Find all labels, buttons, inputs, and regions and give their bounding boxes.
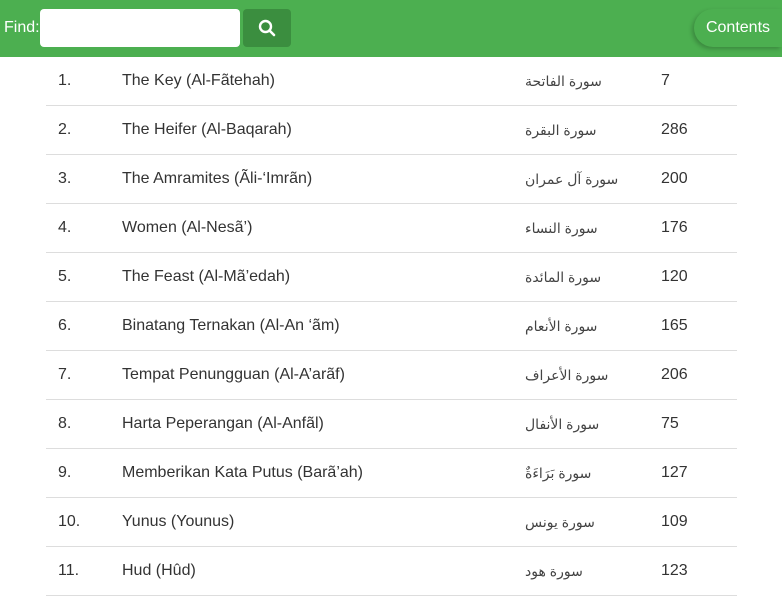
surah-arabic-name: سورة الأنعام bbox=[525, 318, 598, 334]
surah-verse-count: 75 bbox=[661, 415, 679, 432]
surah-verse-count: 165 bbox=[661, 317, 688, 334]
surah-arabic-name: سورة هود bbox=[525, 563, 583, 579]
find-label: Find: bbox=[4, 19, 40, 36]
surah-list: 1. The Key (Al-Fãtehah) سورة الفاتحة 7 2. The… bbox=[46, 57, 737, 596]
surah-arabic-name: سورة المائدة bbox=[525, 269, 602, 285]
surah-arabic-name: سورة الفاتحة bbox=[525, 73, 602, 89]
surah-verse-count: 109 bbox=[661, 513, 688, 530]
surah-arabic-name: سورة الأنفال bbox=[525, 416, 600, 432]
contents-button[interactable]: Contents bbox=[694, 9, 782, 47]
surah-verse-count: 123 bbox=[661, 562, 688, 579]
surah-verse-count: 127 bbox=[661, 464, 688, 481]
surah-arabic-name: سورة النساء bbox=[525, 220, 598, 236]
surah-name: The Feast (Al-Mã’edah) bbox=[122, 268, 291, 285]
search-icon bbox=[258, 19, 276, 37]
surah-name: Tempat Penungguan (Al-A’arãf) bbox=[122, 366, 345, 383]
surah-arabic-name: سورة آل عمران bbox=[525, 171, 619, 187]
surah-row[interactable]: 7. Tempat Penungguan (Al-A’arãf) سورة الأع… bbox=[46, 351, 737, 400]
surah-arabic-name: سورة بَرَاءَةٌ bbox=[525, 465, 592, 481]
surah-verse-count: 206 bbox=[661, 366, 688, 383]
surah-row[interactable]: 8. Harta Peperangan (Al-Anfãl) سورة الأنفا… bbox=[46, 400, 737, 449]
surah-verse-count: 200 bbox=[661, 170, 688, 187]
surah-name: Hud (Hûd) bbox=[122, 562, 196, 579]
surah-name: Women (Al-Nesã’) bbox=[122, 219, 253, 236]
surah-name: Binatang Ternakan (Al-An ‘ãm) bbox=[122, 317, 340, 334]
surah-row[interactable]: 9. Memberikan Kata Putus (Barã’ah) سورة بَ… bbox=[46, 449, 737, 498]
surah-number: 2. bbox=[58, 121, 72, 138]
search-input[interactable] bbox=[40, 9, 240, 47]
search-button[interactable] bbox=[243, 9, 291, 47]
surah-number: 6. bbox=[58, 317, 72, 334]
surah-verse-count: 7 bbox=[661, 72, 670, 89]
surah-name: Harta Peperangan (Al-Anfãl) bbox=[122, 415, 324, 432]
surah-name: The Heifer (Al-Baqarah) bbox=[122, 121, 292, 138]
surah-name: Yunus (Younus) bbox=[122, 513, 235, 530]
surah-name: The Key (Al-Fãtehah) bbox=[122, 72, 275, 89]
surah-row[interactable]: 1. The Key (Al-Fãtehah) سورة الفاتحة 7 bbox=[46, 57, 737, 106]
surah-row[interactable]: 3. The Amramites (Ãli-‘Imrãn) سورة آل عمرا… bbox=[46, 155, 737, 204]
surah-verse-count: 176 bbox=[661, 219, 688, 236]
surah-name: Memberikan Kata Putus (Barã’ah) bbox=[122, 464, 363, 481]
surah-number: 8. bbox=[58, 415, 72, 432]
surah-number: 10. bbox=[58, 513, 81, 530]
surah-row[interactable]: 5. The Feast (Al-Mã’edah) سورة المائدة 120 bbox=[46, 253, 737, 302]
surah-row[interactable]: 6. Binatang Ternakan (Al-An ‘ãm) سورة الأن… bbox=[46, 302, 737, 351]
surah-number: 4. bbox=[58, 219, 72, 236]
surah-number: 5. bbox=[58, 268, 72, 285]
surah-row[interactable]: 11. Hud (Hûd) سورة هود 123 bbox=[46, 547, 737, 596]
surah-arabic-name: سورة الأعراف bbox=[525, 367, 609, 383]
surah-row[interactable]: 4. Women (Al-Nesã’) سورة النساء 176 bbox=[46, 204, 737, 253]
top-bar: Find: Contents bbox=[0, 0, 782, 57]
surah-number: 11. bbox=[58, 562, 80, 579]
surah-number: 7. bbox=[58, 366, 72, 383]
surah-number: 1. bbox=[58, 72, 72, 89]
surah-number: 3. bbox=[58, 170, 72, 187]
surah-row[interactable]: 2. The Heifer (Al-Baqarah) سورة البقرة 286 bbox=[46, 106, 737, 155]
surah-row[interactable]: 10. Yunus (Younus) سورة يونس 109 bbox=[46, 498, 737, 547]
surah-name: The Amramites (Ãli-‘Imrãn) bbox=[122, 170, 313, 187]
surah-number: 9. bbox=[58, 464, 72, 481]
surah-verse-count: 120 bbox=[661, 268, 688, 285]
surah-arabic-name: سورة يونس bbox=[525, 514, 595, 530]
surah-verse-count: 286 bbox=[661, 121, 688, 138]
surah-arabic-name: سورة البقرة bbox=[525, 122, 597, 138]
